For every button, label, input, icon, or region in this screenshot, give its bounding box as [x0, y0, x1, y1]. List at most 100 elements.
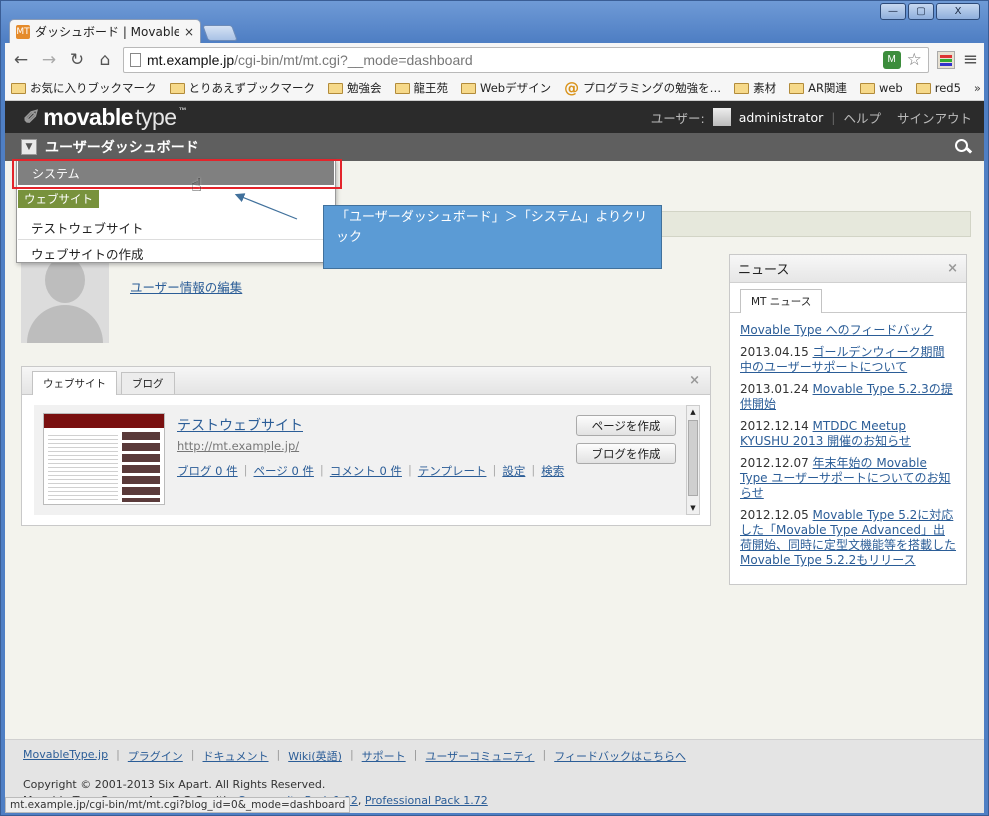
- templates-link[interactable]: テンプレート: [418, 463, 487, 479]
- news-date: 2013.04.15: [740, 345, 809, 359]
- movabletype-favicon-icon: MT: [16, 24, 30, 39]
- separator: |: [349, 748, 354, 761]
- home-icon[interactable]: ⌂: [95, 50, 115, 70]
- browser-toolbar: ← → ↻ ⌂ mt.example.jp/cgi-bin/mt/mt.cgi?…: [5, 43, 984, 76]
- news-date: 2012.12.07: [740, 456, 809, 470]
- footer-link-community[interactable]: ユーザーコミュニティ: [425, 748, 534, 764]
- separator: |: [413, 748, 418, 761]
- search-link[interactable]: 検索: [541, 463, 564, 479]
- back-arrow-icon[interactable]: ←: [11, 50, 31, 70]
- websites-scrollbar[interactable]: ▲ ▼: [686, 405, 700, 515]
- help-link[interactable]: ヘルプ: [843, 108, 881, 127]
- mt-header: ✐ movable type ™ ユーザー: administrator | ヘルプ…: [5, 101, 984, 133]
- separator: |: [243, 463, 248, 477]
- tab-websites[interactable]: ウェブサイト: [32, 371, 117, 395]
- websites-widget: ウェブサイト ブログ × テストウェブサイト http://mt.example…: [21, 366, 711, 526]
- website-name-link[interactable]: テストウェブサイト: [177, 415, 303, 435]
- news-link[interactable]: Movable Type へのフィードバック: [740, 323, 933, 337]
- page-icon: [130, 52, 141, 67]
- menu-item-test-website[interactable]: テストウェブサイト: [31, 218, 144, 237]
- comments-count-link[interactable]: コメント 0 件: [330, 463, 402, 479]
- bookmark-item[interactable]: 素材: [734, 80, 776, 96]
- news-item: 2012.12.07 年末年始の Movable Type ユーザーサポートにつ…: [740, 456, 956, 501]
- page-viewport: ✐ movable type ™ ユーザー: administrator | ヘルプ…: [5, 101, 984, 813]
- widget-close-icon[interactable]: ×: [689, 373, 700, 388]
- minimize-button[interactable]: —: [880, 3, 906, 20]
- footer-link-wiki[interactable]: Wiki(英語): [288, 748, 342, 764]
- separator: |: [116, 748, 120, 761]
- window-controls: — ▢ X: [880, 3, 980, 20]
- edit-profile-link[interactable]: ユーザー情報の編集: [130, 277, 242, 296]
- website-url-link[interactable]: http://mt.example.jp/: [177, 439, 299, 453]
- close-window-button[interactable]: X: [936, 3, 980, 20]
- news-header: ニュース ×: [730, 255, 966, 283]
- professional-pack-link[interactable]: Professional Pack 1.72: [365, 794, 488, 807]
- folder-icon: [789, 82, 805, 94]
- bookmark-item[interactable]: AR関連: [789, 80, 847, 96]
- news-date: 2012.12.05: [740, 508, 809, 522]
- browser-tab-dashboard[interactable]: MT ダッシュボード | Movable Typ ×: [9, 19, 201, 43]
- tab-blogs[interactable]: ブログ: [121, 372, 175, 394]
- news-close-icon[interactable]: ×: [947, 261, 958, 276]
- search-icon[interactable]: [954, 138, 972, 156]
- bookmark-item[interactable]: Webデザイン: [461, 80, 551, 96]
- bookmark-item[interactable]: 龍王苑: [394, 80, 448, 96]
- website-thumbnail[interactable]: [43, 413, 165, 505]
- news-item: 2013.01.24 Movable Type 5.2.3の提供開始: [740, 382, 956, 412]
- bookmark-item[interactable]: お気に入りブックマーク: [11, 80, 157, 96]
- bookmark-item[interactable]: web: [859, 81, 903, 95]
- browser-menu-icon[interactable]: ≡: [963, 49, 978, 70]
- scroll-down-icon[interactable]: ▼: [687, 502, 699, 514]
- annotation-callout: 「ユーザーダッシュボード」＞「システム」よりクリック: [323, 205, 662, 269]
- bookmark-item[interactable]: 勉強会: [328, 80, 382, 96]
- tab-close-icon[interactable]: ×: [184, 25, 194, 39]
- context-title[interactable]: ユーザーダッシュボード: [45, 137, 199, 157]
- forward-arrow-icon[interactable]: →: [39, 50, 59, 70]
- new-tab-button[interactable]: [202, 25, 238, 41]
- bookmarks-overflow-button[interactable]: »: [974, 81, 981, 95]
- maximize-button[interactable]: ▢: [908, 3, 934, 20]
- browser-window: — ▢ X MT ダッシュボード | Movable Typ × ← → ↻ ⌂…: [0, 0, 989, 816]
- movabletype-logo[interactable]: ✐ movable type ™: [23, 104, 187, 131]
- folder-icon: [859, 82, 875, 94]
- website-links: ブログ 0 件 | ページ 0 件 | コメント 0 件 | テンプレート | 設定 | …: [177, 463, 564, 479]
- create-blog-button[interactable]: ブログを作成: [576, 443, 676, 464]
- bookmark-label: 勉強会: [347, 81, 382, 95]
- footer-link-docs[interactable]: ドキュメント: [203, 748, 269, 764]
- scroll-up-icon[interactable]: ▲: [687, 406, 699, 418]
- footer-link-movabletype[interactable]: MovableType.jp: [23, 748, 108, 764]
- scroll-thumb[interactable]: [688, 420, 698, 496]
- separator: |: [492, 463, 497, 477]
- username-link[interactable]: administrator: [739, 110, 824, 125]
- reload-icon[interactable]: ↻: [67, 50, 87, 70]
- bookmark-item[interactable]: とりあえずブックマーク: [169, 80, 315, 96]
- address-bar[interactable]: mt.example.jp/cgi-bin/mt/mt.cgi?__mode=d…: [123, 46, 929, 73]
- context-dropdown-toggle[interactable]: ▼: [21, 139, 37, 155]
- bookmark-item[interactable]: red5: [915, 81, 961, 95]
- wrench-logo-icon: ✐: [23, 106, 40, 129]
- menu-item-create-website[interactable]: ウェブサイトの作成: [31, 244, 144, 263]
- settings-link[interactable]: 設定: [502, 463, 525, 479]
- footer-link-support[interactable]: サポート: [362, 748, 406, 764]
- extension-list-icon[interactable]: [936, 50, 955, 69]
- news-widget: ニュース × MT ニュース Movable Type へのフィードバック 20…: [729, 254, 967, 585]
- bookmark-label: お気に入りブックマーク: [30, 81, 157, 95]
- separator: |: [831, 109, 836, 125]
- bookmark-item[interactable]: @ プログラミングの勉強を…: [564, 79, 721, 97]
- footer-link-feedback[interactable]: フィードバックはこちらへ: [554, 748, 686, 764]
- create-page-button[interactable]: ページを作成: [576, 415, 676, 436]
- extension-shield-icon[interactable]: M: [882, 50, 901, 69]
- tab-mt-news[interactable]: MT ニュース: [740, 289, 823, 313]
- bookmark-label: AR関連: [808, 81, 847, 95]
- bookmark-label: red5: [934, 81, 961, 95]
- footer-link-plugins[interactable]: プラグイン: [128, 748, 183, 764]
- copyright: Copyright © 2001-2013 Six Apart. All Rig…: [23, 778, 326, 791]
- footer-links: MovableType.jp | プラグイン | ドキュメント | Wiki(英語) |…: [23, 748, 966, 764]
- separator: |: [531, 463, 536, 477]
- news-item: Movable Type へのフィードバック: [740, 323, 956, 338]
- pages-count-link[interactable]: ページ 0 件: [254, 463, 314, 479]
- blogs-count-link[interactable]: ブログ 0 件: [177, 463, 238, 479]
- signout-link[interactable]: サインアウト: [897, 108, 972, 127]
- folder-icon: [11, 82, 26, 94]
- bookmark-star-icon[interactable]: ☆: [907, 50, 922, 70]
